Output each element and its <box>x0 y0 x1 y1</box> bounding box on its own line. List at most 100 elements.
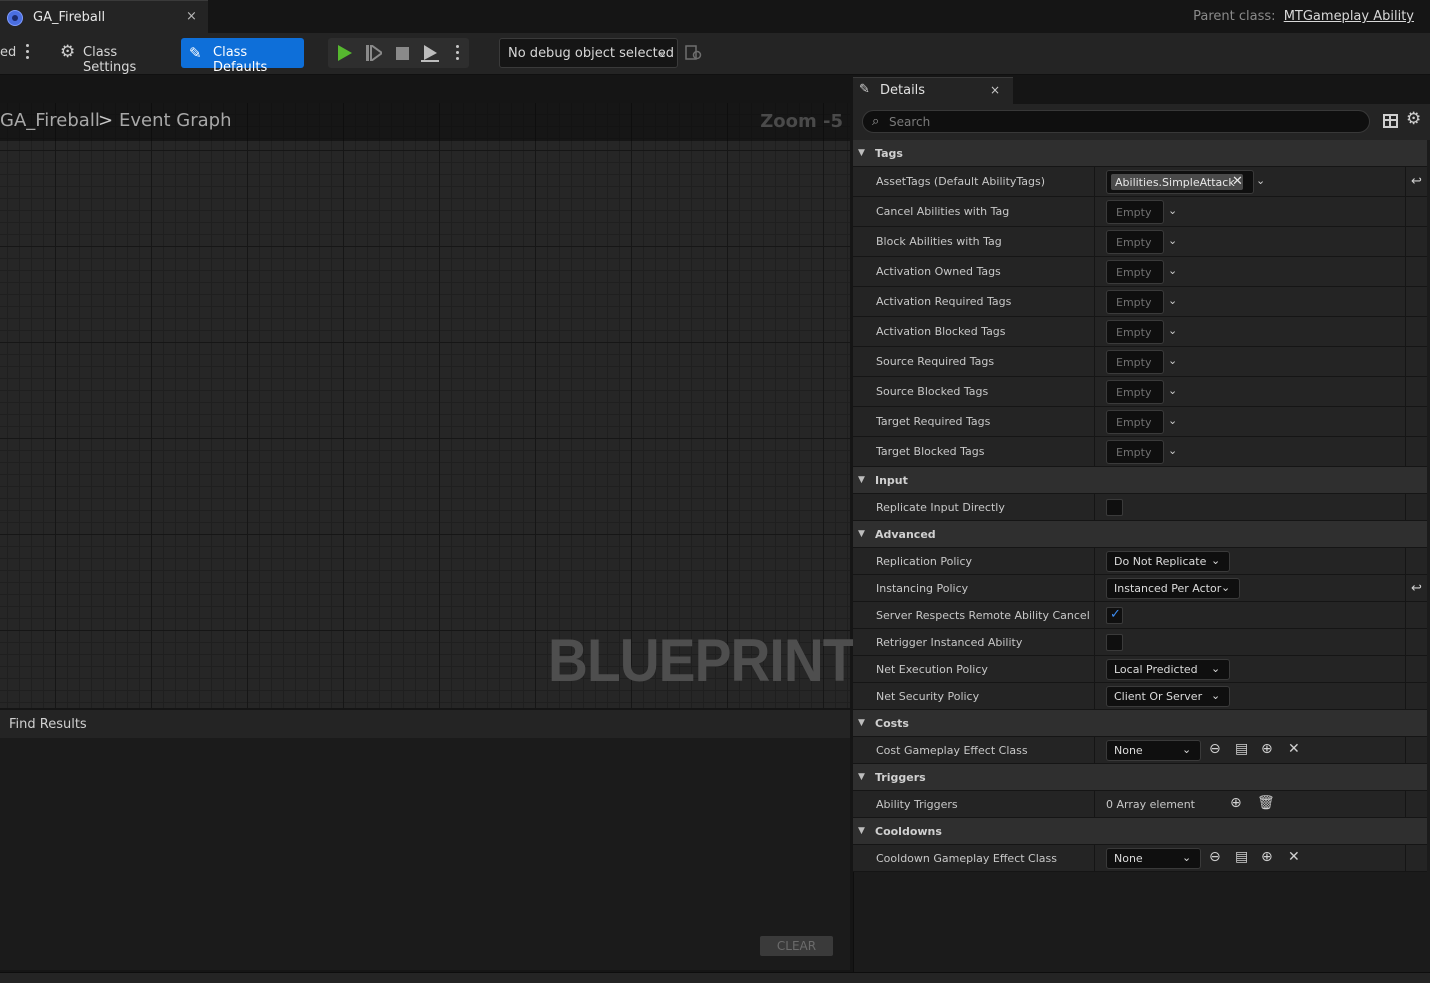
net-execution-policy-dropdown[interactable]: Local Predicted ⌄ <box>1106 659 1230 680</box>
property-row-retrigger: Retrigger Instanced Ability <box>853 629 1427 656</box>
collapse-arrow-icon: ▼ <box>858 475 865 485</box>
chevron-down-icon[interactable]: ⌄ <box>1168 204 1177 217</box>
tag-container-empty[interactable]: Empty <box>1106 410 1164 434</box>
property-row-tag: Activation Owned Tags Empty ⌄ <box>853 257 1427 287</box>
dropdown-value: None <box>1114 744 1143 757</box>
parent-class-link[interactable]: MTGameplay Ability <box>1284 9 1414 24</box>
debug-object-select[interactable]: No debug object selected ⌄ <box>499 38 678 68</box>
category-triggers[interactable]: ▼ Triggers <box>853 764 1427 791</box>
tag-container-empty[interactable]: Empty <box>1106 440 1164 464</box>
add-element-icon[interactable]: ⊕ <box>1230 795 1242 811</box>
eject-icon[interactable] <box>421 45 439 63</box>
tag-container-empty[interactable]: Empty <box>1106 320 1164 344</box>
property-row-cooldown-effect: Cooldown Gameplay Effect Class None ⌄ ⊖ … <box>853 845 1427 872</box>
chevron-down-icon: ⌄ <box>1182 851 1192 864</box>
tag-label: Abilities.SimpleAttack <box>1115 176 1235 189</box>
class-settings-button[interactable]: ⚙ Class Settings <box>55 38 171 76</box>
details-search[interactable]: ⌕ <box>862 110 1370 133</box>
pencil-icon: ✎ <box>859 82 870 97</box>
cooldown-effect-dropdown[interactable]: None ⌄ <box>1106 848 1201 869</box>
breadcrumb-graph[interactable]: Event Graph <box>119 110 232 131</box>
play-icon[interactable] <box>337 45 353 61</box>
empty-label: Empty <box>1116 326 1152 339</box>
net-security-policy-dropdown[interactable]: Client Or Server ⌄ <box>1106 686 1230 707</box>
close-icon[interactable]: × <box>990 83 1000 97</box>
chevron-down-icon[interactable]: ⌄ <box>1256 174 1265 187</box>
tab-close-icon[interactable]: × <box>186 9 197 24</box>
event-graph-canvas[interactable] <box>0 103 850 708</box>
tag-chip[interactable]: Abilities.SimpleAttack ✕ <box>1111 174 1243 190</box>
property-label: Replicate Input Directly <box>876 501 1005 514</box>
dropdown-value: Do Not Replicate <box>1114 555 1207 568</box>
category-label: Triggers <box>875 771 926 784</box>
gear-icon[interactable]: ⚙ <box>1406 111 1421 128</box>
chevron-down-icon: ⌄ <box>1221 581 1231 594</box>
add-icon[interactable]: ⊕ <box>1261 849 1273 865</box>
tag-container-empty[interactable]: Empty <box>1106 380 1164 404</box>
trash-icon[interactable]: 🗑 <box>1257 795 1275 811</box>
zoom-level: Zoom -5 <box>760 111 843 132</box>
table-view-icon[interactable] <box>1383 114 1398 128</box>
remove-tag-icon[interactable]: ✕ <box>1232 174 1243 189</box>
browse-asset-icon[interactable]: ▤ <box>1235 849 1248 865</box>
debug-object-label: No debug object selected <box>508 46 675 61</box>
chevron-down-icon[interactable]: ⌄ <box>1168 384 1177 397</box>
replicate-input-checkbox[interactable] <box>1106 499 1123 516</box>
replication-policy-dropdown[interactable]: Do Not Replicate ⌄ <box>1106 551 1230 572</box>
add-icon[interactable]: ⊕ <box>1261 741 1273 757</box>
tag-container[interactable]: Abilities.SimpleAttack ✕ <box>1106 170 1254 194</box>
tag-container-empty[interactable]: Empty <box>1106 350 1164 374</box>
chevron-down-icon: ⌄ <box>657 46 667 59</box>
browse-debug-icon[interactable] <box>685 45 703 61</box>
play-options-icon[interactable] <box>456 45 460 61</box>
category-cooldowns[interactable]: ▼ Cooldowns <box>853 818 1427 845</box>
use-selected-icon[interactable]: ⊖ <box>1209 741 1221 757</box>
stop-icon[interactable] <box>395 45 411 61</box>
property-row-net-execution-policy: Net Execution Policy Local Predicted ⌄ <box>853 656 1427 683</box>
search-input[interactable] <box>889 113 1349 130</box>
more-options-icon[interactable] <box>26 44 30 60</box>
chevron-down-icon[interactable]: ⌄ <box>1168 324 1177 337</box>
tag-container-empty[interactable]: Empty <box>1106 290 1164 314</box>
clear-icon[interactable]: ✕ <box>1288 741 1300 757</box>
toolbar-truncated-label[interactable]: ed <box>0 45 16 60</box>
chevron-down-icon[interactable]: ⌄ <box>1168 264 1177 277</box>
clear-icon[interactable]: ✕ <box>1288 849 1300 865</box>
tag-container-empty[interactable]: Empty <box>1106 200 1164 224</box>
clear-button[interactable]: CLEAR <box>760 936 833 956</box>
chevron-down-icon[interactable]: ⌄ <box>1168 414 1177 427</box>
empty-label: Empty <box>1116 416 1152 429</box>
find-results-tab[interactable]: Find Results <box>0 710 850 738</box>
breadcrumb-root[interactable]: GA_Fireball <box>0 110 100 131</box>
property-label: Replication Policy <box>876 555 973 568</box>
details-tab[interactable]: ✎ Details × <box>853 77 1013 104</box>
chevron-down-icon[interactable]: ⌄ <box>1168 234 1177 247</box>
tag-container-empty[interactable]: Empty <box>1106 260 1164 284</box>
empty-label: Empty <box>1116 356 1152 369</box>
document-tab[interactable]: GA_Fireball × <box>0 0 208 33</box>
category-tags[interactable]: ▼ Tags <box>853 140 1427 167</box>
class-defaults-button[interactable]: ✎ Class Defaults <box>181 38 304 75</box>
category-advanced[interactable]: ▼ Advanced <box>853 521 1427 548</box>
category-input[interactable]: ▼ Input <box>853 467 1427 494</box>
step-icon[interactable] <box>366 45 382 61</box>
use-selected-icon[interactable]: ⊖ <box>1209 849 1221 865</box>
category-label: Input <box>875 474 908 487</box>
blueprint-icon <box>7 10 23 26</box>
chevron-down-icon[interactable]: ⌄ <box>1168 444 1177 457</box>
instancing-policy-dropdown[interactable]: Instanced Per Actor ⌄ <box>1106 578 1240 599</box>
category-costs[interactable]: ▼ Costs <box>853 710 1427 737</box>
tag-container-empty[interactable]: Empty <box>1106 230 1164 254</box>
cost-effect-dropdown[interactable]: None ⌄ <box>1106 740 1201 761</box>
server-respects-checkbox[interactable]: ✓ <box>1106 607 1123 624</box>
chevron-down-icon[interactable]: ⌄ <box>1168 354 1177 367</box>
retrigger-checkbox[interactable] <box>1106 634 1123 651</box>
reset-to-default-icon[interactable]: ↩ <box>1411 581 1422 596</box>
property-label: Target Required Tags <box>876 415 991 428</box>
reset-to-default-icon[interactable]: ↩ <box>1411 174 1422 189</box>
browse-asset-icon[interactable]: ▤ <box>1235 741 1248 757</box>
property-label: Cancel Abilities with Tag <box>876 205 1010 218</box>
chevron-down-icon[interactable]: ⌄ <box>1168 294 1177 307</box>
property-label: Ability Triggers <box>876 798 958 811</box>
parent-class-label: Parent class: <box>1193 9 1276 24</box>
